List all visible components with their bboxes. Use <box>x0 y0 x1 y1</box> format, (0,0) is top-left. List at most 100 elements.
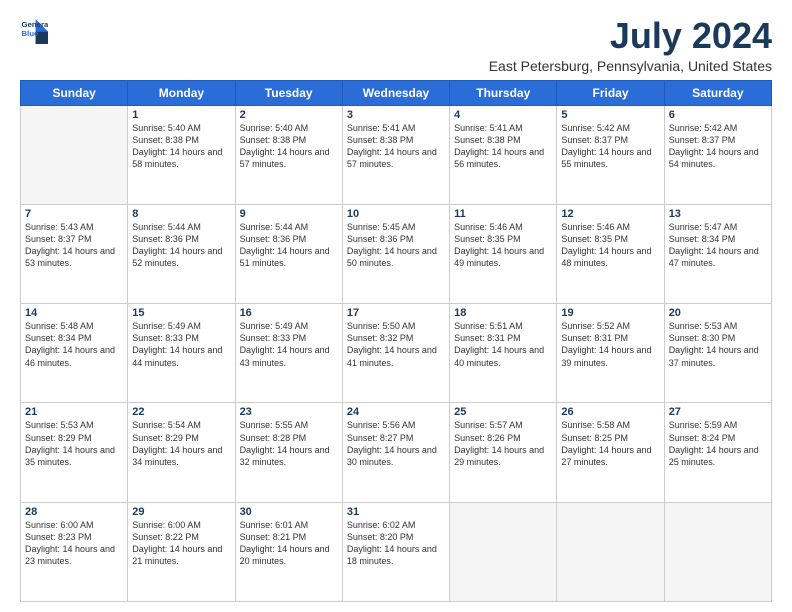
day-info: Sunrise: 5:51 AMSunset: 8:31 PMDaylight:… <box>454 320 552 369</box>
day-info: Sunrise: 5:54 AMSunset: 8:29 PMDaylight:… <box>132 419 230 468</box>
calendar-cell-w4-d3: 23Sunrise: 5:55 AMSunset: 8:28 PMDayligh… <box>235 403 342 502</box>
calendar: Sunday Monday Tuesday Wednesday Thursday… <box>20 80 772 602</box>
day-info: Sunrise: 5:45 AMSunset: 8:36 PMDaylight:… <box>347 221 445 270</box>
calendar-cell-w4-d6: 26Sunrise: 5:58 AMSunset: 8:25 PMDayligh… <box>557 403 664 502</box>
week-row-5: 28Sunrise: 6:00 AMSunset: 8:23 PMDayligh… <box>21 502 772 601</box>
day-info: Sunrise: 5:46 AMSunset: 8:35 PMDaylight:… <box>561 221 659 270</box>
day-info: Sunrise: 5:56 AMSunset: 8:27 PMDaylight:… <box>347 419 445 468</box>
day-number: 6 <box>669 109 767 121</box>
day-number: 8 <box>132 208 230 220</box>
day-number: 4 <box>454 109 552 121</box>
day-number: 19 <box>561 307 659 319</box>
day-number: 25 <box>454 406 552 418</box>
calendar-cell-w1-d7: 6Sunrise: 5:42 AMSunset: 8:37 PMDaylight… <box>664 105 771 204</box>
day-number: 15 <box>132 307 230 319</box>
calendar-cell-w1-d1 <box>21 105 128 204</box>
calendar-cell-w3-d3: 16Sunrise: 5:49 AMSunset: 8:33 PMDayligh… <box>235 304 342 403</box>
day-info: Sunrise: 6:01 AMSunset: 8:21 PMDaylight:… <box>240 519 338 568</box>
day-info: Sunrise: 5:52 AMSunset: 8:31 PMDaylight:… <box>561 320 659 369</box>
calendar-cell-w4-d7: 27Sunrise: 5:59 AMSunset: 8:24 PMDayligh… <box>664 403 771 502</box>
week-row-3: 14Sunrise: 5:48 AMSunset: 8:34 PMDayligh… <box>21 304 772 403</box>
header-sunday: Sunday <box>21 80 128 105</box>
day-info: Sunrise: 5:43 AMSunset: 8:37 PMDaylight:… <box>25 221 123 270</box>
header-saturday: Saturday <box>664 80 771 105</box>
week-row-1: 1Sunrise: 5:40 AMSunset: 8:38 PMDaylight… <box>21 105 772 204</box>
days-header-row: Sunday Monday Tuesday Wednesday Thursday… <box>21 80 772 105</box>
day-number: 24 <box>347 406 445 418</box>
day-info: Sunrise: 5:53 AMSunset: 8:30 PMDaylight:… <box>669 320 767 369</box>
calendar-cell-w2-d3: 9Sunrise: 5:44 AMSunset: 8:36 PMDaylight… <box>235 204 342 303</box>
day-info: Sunrise: 5:59 AMSunset: 8:24 PMDaylight:… <box>669 419 767 468</box>
day-number: 1 <box>132 109 230 121</box>
week-row-2: 7Sunrise: 5:43 AMSunset: 8:37 PMDaylight… <box>21 204 772 303</box>
day-number: 27 <box>669 406 767 418</box>
day-number: 29 <box>132 506 230 518</box>
day-number: 16 <box>240 307 338 319</box>
calendar-cell-w3-d1: 14Sunrise: 5:48 AMSunset: 8:34 PMDayligh… <box>21 304 128 403</box>
header-monday: Monday <box>128 80 235 105</box>
day-number: 9 <box>240 208 338 220</box>
day-number: 3 <box>347 109 445 121</box>
day-number: 13 <box>669 208 767 220</box>
calendar-cell-w4-d4: 24Sunrise: 5:56 AMSunset: 8:27 PMDayligh… <box>342 403 449 502</box>
day-number: 14 <box>25 307 123 319</box>
day-info: Sunrise: 5:42 AMSunset: 8:37 PMDaylight:… <box>561 122 659 171</box>
day-number: 5 <box>561 109 659 121</box>
day-info: Sunrise: 6:02 AMSunset: 8:20 PMDaylight:… <box>347 519 445 568</box>
calendar-cell-w2-d4: 10Sunrise: 5:45 AMSunset: 8:36 PMDayligh… <box>342 204 449 303</box>
calendar-cell-w4-d1: 21Sunrise: 5:53 AMSunset: 8:29 PMDayligh… <box>21 403 128 502</box>
calendar-cell-w1-d2: 1Sunrise: 5:40 AMSunset: 8:38 PMDaylight… <box>128 105 235 204</box>
calendar-cell-w2-d7: 13Sunrise: 5:47 AMSunset: 8:34 PMDayligh… <box>664 204 771 303</box>
calendar-cell-w5-d5 <box>450 502 557 601</box>
calendar-cell-w5-d2: 29Sunrise: 6:00 AMSunset: 8:22 PMDayligh… <box>128 502 235 601</box>
calendar-cell-w2-d2: 8Sunrise: 5:44 AMSunset: 8:36 PMDaylight… <box>128 204 235 303</box>
svg-text:Blue: Blue <box>22 29 40 38</box>
day-info: Sunrise: 5:55 AMSunset: 8:28 PMDaylight:… <box>240 419 338 468</box>
calendar-cell-w5-d6 <box>557 502 664 601</box>
title-area: July 2024 East Petersburg, Pennsylvania,… <box>489 16 772 74</box>
day-info: Sunrise: 5:48 AMSunset: 8:34 PMDaylight:… <box>25 320 123 369</box>
day-number: 22 <box>132 406 230 418</box>
calendar-cell-w2-d1: 7Sunrise: 5:43 AMSunset: 8:37 PMDaylight… <box>21 204 128 303</box>
day-number: 30 <box>240 506 338 518</box>
day-info: Sunrise: 5:57 AMSunset: 8:26 PMDaylight:… <box>454 419 552 468</box>
calendar-cell-w5-d1: 28Sunrise: 6:00 AMSunset: 8:23 PMDayligh… <box>21 502 128 601</box>
day-info: Sunrise: 5:41 AMSunset: 8:38 PMDaylight:… <box>454 122 552 171</box>
calendar-cell-w1-d6: 5Sunrise: 5:42 AMSunset: 8:37 PMDaylight… <box>557 105 664 204</box>
svg-text:General: General <box>22 20 48 29</box>
calendar-cell-w5-d4: 31Sunrise: 6:02 AMSunset: 8:20 PMDayligh… <box>342 502 449 601</box>
calendar-cell-w5-d7 <box>664 502 771 601</box>
calendar-cell-w4-d2: 22Sunrise: 5:54 AMSunset: 8:29 PMDayligh… <box>128 403 235 502</box>
calendar-cell-w4-d5: 25Sunrise: 5:57 AMSunset: 8:26 PMDayligh… <box>450 403 557 502</box>
day-number: 31 <box>347 506 445 518</box>
day-info: Sunrise: 5:49 AMSunset: 8:33 PMDaylight:… <box>132 320 230 369</box>
day-number: 17 <box>347 307 445 319</box>
week-row-4: 21Sunrise: 5:53 AMSunset: 8:29 PMDayligh… <box>21 403 772 502</box>
day-number: 2 <box>240 109 338 121</box>
calendar-cell-w1-d4: 3Sunrise: 5:41 AMSunset: 8:38 PMDaylight… <box>342 105 449 204</box>
subtitle: East Petersburg, Pennsylvania, United St… <box>489 58 772 74</box>
calendar-cell-w3-d7: 20Sunrise: 5:53 AMSunset: 8:30 PMDayligh… <box>664 304 771 403</box>
day-info: Sunrise: 6:00 AMSunset: 8:23 PMDaylight:… <box>25 519 123 568</box>
logo-icon: General Blue <box>20 16 48 44</box>
day-number: 28 <box>25 506 123 518</box>
day-info: Sunrise: 6:00 AMSunset: 8:22 PMDaylight:… <box>132 519 230 568</box>
calendar-cell-w1-d3: 2Sunrise: 5:40 AMSunset: 8:38 PMDaylight… <box>235 105 342 204</box>
day-info: Sunrise: 5:42 AMSunset: 8:37 PMDaylight:… <box>669 122 767 171</box>
day-number: 10 <box>347 208 445 220</box>
day-number: 18 <box>454 307 552 319</box>
header-wednesday: Wednesday <box>342 80 449 105</box>
day-number: 21 <box>25 406 123 418</box>
day-info: Sunrise: 5:49 AMSunset: 8:33 PMDaylight:… <box>240 320 338 369</box>
day-info: Sunrise: 5:44 AMSunset: 8:36 PMDaylight:… <box>132 221 230 270</box>
calendar-cell-w5-d3: 30Sunrise: 6:01 AMSunset: 8:21 PMDayligh… <box>235 502 342 601</box>
calendar-cell-w3-d2: 15Sunrise: 5:49 AMSunset: 8:33 PMDayligh… <box>128 304 235 403</box>
calendar-cell-w2-d5: 11Sunrise: 5:46 AMSunset: 8:35 PMDayligh… <box>450 204 557 303</box>
day-info: Sunrise: 5:44 AMSunset: 8:36 PMDaylight:… <box>240 221 338 270</box>
page: General Blue July 2024 East Petersburg, … <box>0 0 792 612</box>
day-info: Sunrise: 5:47 AMSunset: 8:34 PMDaylight:… <box>669 221 767 270</box>
calendar-cell-w3-d5: 18Sunrise: 5:51 AMSunset: 8:31 PMDayligh… <box>450 304 557 403</box>
day-info: Sunrise: 5:58 AMSunset: 8:25 PMDaylight:… <box>561 419 659 468</box>
day-number: 23 <box>240 406 338 418</box>
day-number: 12 <box>561 208 659 220</box>
